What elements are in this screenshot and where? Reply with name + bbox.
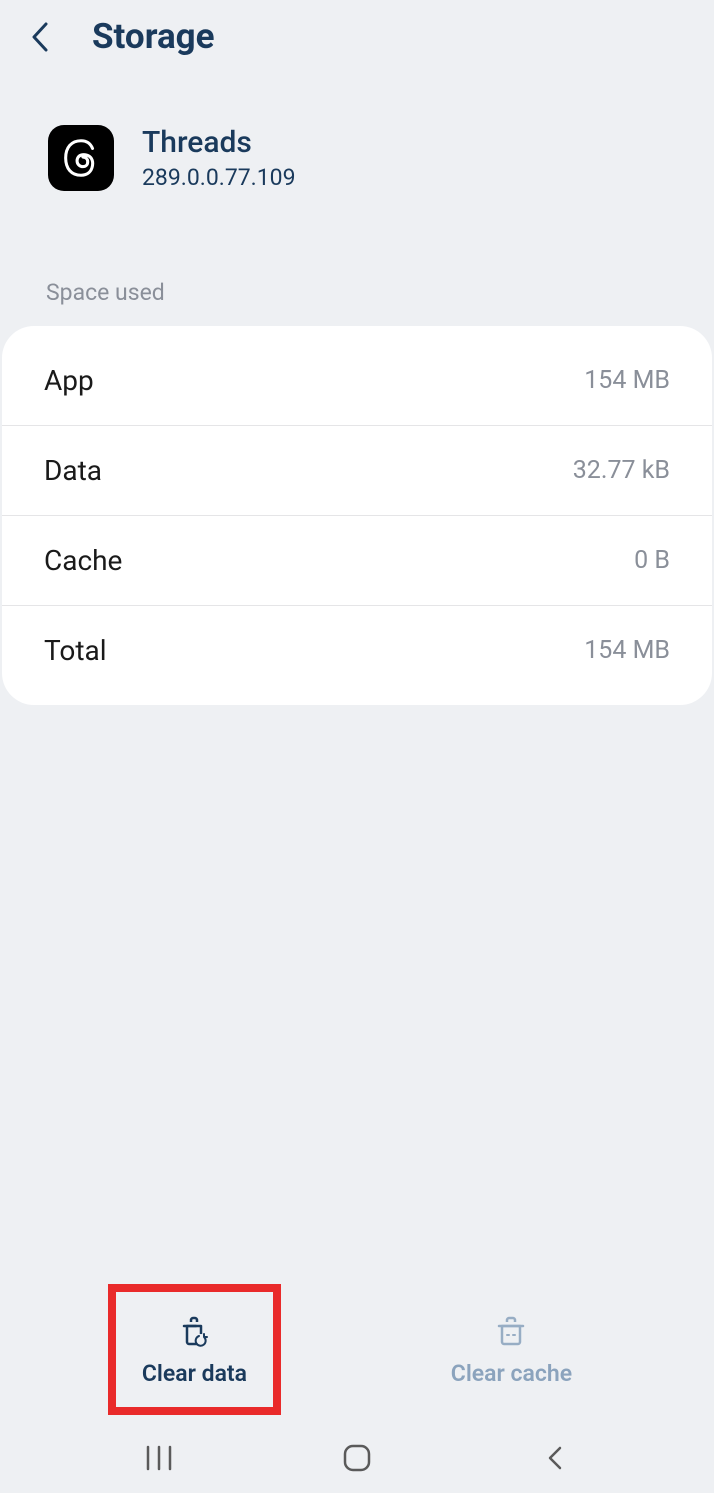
- page-title: Storage: [92, 16, 215, 57]
- app-info: Threads 289.0.0.77.109: [0, 73, 714, 235]
- storage-card: App 154 MB Data 32.77 kB Cache 0 B Total…: [2, 326, 712, 705]
- clear-data-button[interactable]: Clear data: [112, 1288, 277, 1411]
- threads-icon: [58, 135, 104, 181]
- app-name: Threads: [142, 125, 296, 160]
- recents-icon: [144, 1445, 174, 1471]
- row-cache: Cache 0 B: [2, 516, 712, 606]
- section-title: Space used: [0, 235, 714, 326]
- row-total-label: Total: [44, 634, 107, 667]
- nav-back[interactable]: [530, 1438, 580, 1478]
- chevron-left-icon: [30, 20, 50, 54]
- row-data: Data 32.77 kB: [2, 426, 712, 516]
- home-icon: [341, 1442, 373, 1474]
- nav-back-icon: [545, 1444, 565, 1472]
- nav-bar: [0, 1423, 714, 1493]
- row-cache-value: 0 B: [634, 546, 670, 575]
- app-details: Threads 289.0.0.77.109: [142, 125, 296, 191]
- row-data-label: Data: [44, 454, 102, 487]
- bottom-actions: Clear data Clear cache: [0, 1288, 714, 1411]
- clear-cache-icon: [493, 1312, 529, 1348]
- row-total-value: 154 MB: [584, 636, 670, 665]
- clear-cache-button[interactable]: Clear cache: [421, 1288, 602, 1411]
- clear-data-icon: [176, 1312, 212, 1348]
- row-app: App 154 MB: [2, 336, 712, 426]
- clear-cache-label: Clear cache: [451, 1360, 572, 1387]
- row-total: Total 154 MB: [2, 606, 712, 695]
- nav-recents[interactable]: [134, 1438, 184, 1478]
- row-cache-label: Cache: [44, 544, 122, 577]
- row-app-value: 154 MB: [584, 366, 670, 395]
- app-icon: [48, 125, 114, 191]
- header: Storage: [0, 0, 714, 73]
- row-app-label: App: [44, 364, 94, 397]
- clear-data-label: Clear data: [142, 1360, 247, 1387]
- app-version: 289.0.0.77.109: [142, 164, 296, 191]
- back-button[interactable]: [20, 17, 60, 57]
- row-data-value: 32.77 kB: [573, 456, 670, 485]
- nav-home[interactable]: [332, 1438, 382, 1478]
